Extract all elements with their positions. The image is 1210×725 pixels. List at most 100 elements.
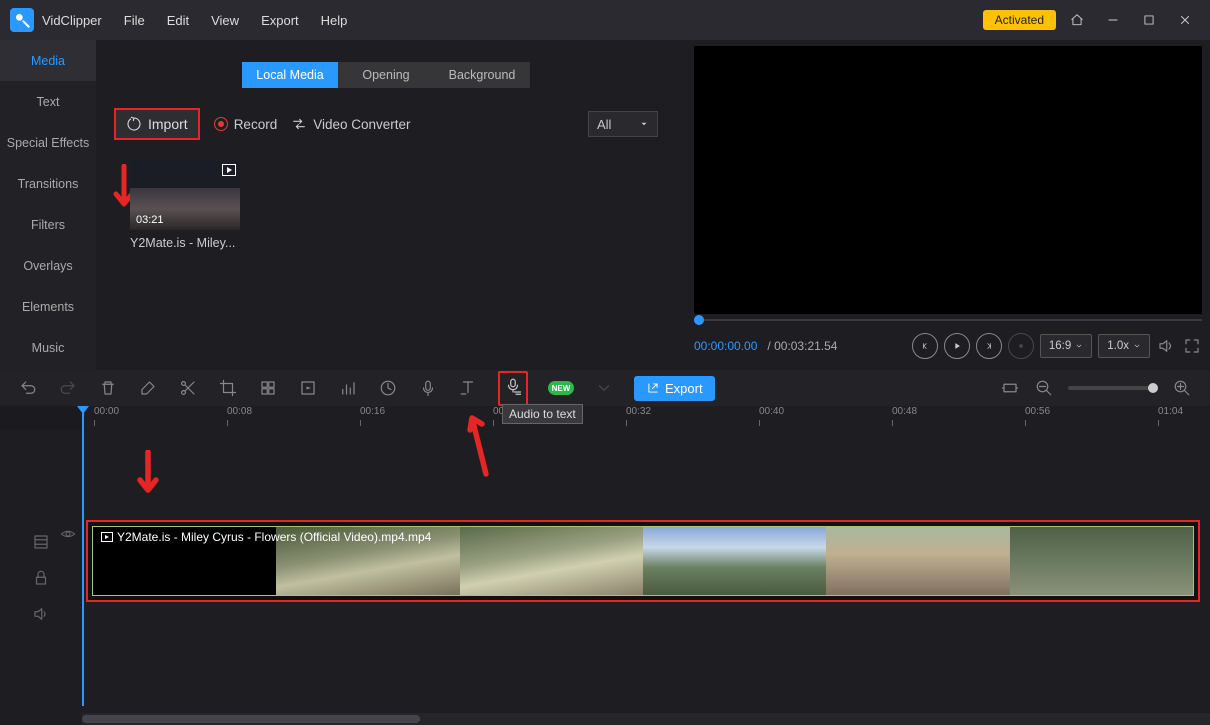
timeline-toolbar: NEW Export Audio to text xyxy=(0,370,1210,406)
mic-icon[interactable] xyxy=(418,378,438,398)
preview-controls: 00:00:00.00 / 00:03:21.54 16:9 1.0x xyxy=(694,326,1202,366)
annotation-arrow-3-icon xyxy=(466,410,490,485)
volume-icon[interactable] xyxy=(1156,336,1176,356)
timeline-ruler[interactable]: 00:00 00:08 00:16 00:24 00:32 00:40 00:4… xyxy=(82,406,1210,430)
import-icon xyxy=(126,116,142,132)
home-icon[interactable] xyxy=(1062,5,1092,35)
sidebar-item-filters[interactable]: Filters xyxy=(0,204,96,245)
prev-frame-button[interactable] xyxy=(912,333,938,359)
close-icon[interactable] xyxy=(1170,5,1200,35)
zoom-out-icon[interactable] xyxy=(1034,378,1054,398)
delete-icon[interactable] xyxy=(98,378,118,398)
menu-file[interactable]: File xyxy=(114,9,155,32)
stop-button[interactable] xyxy=(1008,333,1034,359)
import-label: Import xyxy=(148,116,188,132)
menu-help[interactable]: Help xyxy=(311,9,358,32)
chevron-down-icon[interactable] xyxy=(594,378,614,398)
levels-icon[interactable] xyxy=(338,378,358,398)
export-label: Export xyxy=(665,381,703,396)
clip-frame xyxy=(1010,527,1193,595)
export-button[interactable]: Export xyxy=(634,376,715,401)
timeline-clip[interactable]: Y2Mate.is - Miley Cyrus - Flowers (Offic… xyxy=(86,520,1200,602)
timeline: Y2Mate.is - Miley Cyrus - Flowers (Offic… xyxy=(0,430,1210,725)
ruler-tick: 00:56 xyxy=(1025,406,1050,417)
chevron-down-icon xyxy=(1075,342,1083,350)
speed-select[interactable]: 1.0x xyxy=(1098,334,1150,358)
progress-bar[interactable] xyxy=(694,314,1202,326)
video-converter-button[interactable]: Video Converter xyxy=(291,116,410,132)
preview-panel: 00:00:00.00 / 00:03:21.54 16:9 1.0x xyxy=(676,40,1210,370)
sidebar-item-transitions[interactable]: Transitions xyxy=(0,163,96,204)
annotation-arrow-2-icon xyxy=(136,450,160,505)
video-preview[interactable] xyxy=(694,46,1202,314)
eye-icon[interactable] xyxy=(60,526,76,542)
zoom-in-icon[interactable] xyxy=(1172,378,1192,398)
scrollbar-thumb[interactable] xyxy=(82,715,420,723)
clip-name: Y2Mate.is - Miley... xyxy=(130,236,240,250)
redo-icon[interactable] xyxy=(58,378,78,398)
crop-icon[interactable] xyxy=(218,378,238,398)
split-icon[interactable] xyxy=(178,378,198,398)
converter-icon xyxy=(291,116,307,132)
zoom-slider-handle[interactable] xyxy=(1148,383,1158,393)
undo-icon[interactable] xyxy=(18,378,38,398)
progress-handle-icon[interactable] xyxy=(694,315,704,325)
menu-view[interactable]: View xyxy=(201,9,249,32)
import-button[interactable]: Import xyxy=(114,108,200,140)
media-clip-thumbnail[interactable]: 03:21 Y2Mate.is - Miley... xyxy=(130,160,240,250)
aspect-ratio-select[interactable]: 16:9 xyxy=(1040,334,1092,358)
horizontal-scrollbar[interactable] xyxy=(82,713,1210,725)
new-badge: NEW xyxy=(548,381,574,395)
freeze-frame-icon[interactable] xyxy=(298,378,318,398)
ruler-tick: 01:04 xyxy=(1158,406,1183,417)
speed-icon[interactable] xyxy=(378,378,398,398)
menu-export[interactable]: Export xyxy=(251,9,309,32)
lock-icon[interactable] xyxy=(32,569,50,587)
ruler-tick: 00:00 xyxy=(94,406,119,417)
tab-opening[interactable]: Opening xyxy=(338,62,434,88)
edit-icon[interactable] xyxy=(138,378,158,398)
film-icon[interactable] xyxy=(32,533,50,551)
record-icon xyxy=(214,117,228,131)
audio-to-text-button[interactable] xyxy=(498,371,528,406)
sidebar-item-media[interactable]: Media xyxy=(0,40,96,81)
speaker-icon[interactable] xyxy=(32,605,50,623)
tab-local-media[interactable]: Local Media xyxy=(242,62,338,88)
filter-select[interactable]: All xyxy=(588,111,658,137)
playhead[interactable] xyxy=(82,406,84,706)
app-name: VidClipper xyxy=(42,13,102,28)
total-time: 00:03:21.54 xyxy=(774,339,837,353)
text-to-speech-icon[interactable] xyxy=(458,378,478,398)
sidebar-item-elements[interactable]: Elements xyxy=(0,286,96,327)
activated-badge: Activated xyxy=(983,10,1056,30)
play-button[interactable] xyxy=(944,333,970,359)
sidebar-item-special-effects[interactable]: Special Effects xyxy=(0,122,96,163)
next-frame-button[interactable] xyxy=(976,333,1002,359)
zoom-slider[interactable] xyxy=(1068,386,1158,390)
titlebar: VidClipper File Edit View Export Help Ac… xyxy=(0,0,1210,40)
sidebar-item-text[interactable]: Text xyxy=(0,81,96,122)
maximize-icon[interactable] xyxy=(1134,5,1164,35)
fullscreen-icon[interactable] xyxy=(1182,336,1202,356)
tracks-area[interactable]: Y2Mate.is - Miley Cyrus - Flowers (Offic… xyxy=(82,430,1210,725)
minimize-icon[interactable] xyxy=(1098,5,1128,35)
video-badge-icon xyxy=(101,532,113,542)
menu-edit[interactable]: Edit xyxy=(157,9,199,32)
media-tabs: Local Media Opening Background xyxy=(108,62,664,88)
video-marker-icon xyxy=(222,164,236,176)
clip-frame xyxy=(643,527,826,595)
chevron-down-icon xyxy=(1133,342,1141,350)
tab-background[interactable]: Background xyxy=(434,62,530,88)
sidebar-item-overlays[interactable]: Overlays xyxy=(0,245,96,286)
mosaic-icon[interactable] xyxy=(258,378,278,398)
fit-zoom-icon[interactable] xyxy=(1000,378,1020,398)
sidebar: Media Text Special Effects Transitions F… xyxy=(0,40,96,370)
main-menu: File Edit View Export Help xyxy=(114,9,358,32)
record-label: Record xyxy=(234,117,278,132)
chevron-down-icon xyxy=(639,119,649,129)
record-button[interactable]: Record xyxy=(214,117,278,132)
converter-label: Video Converter xyxy=(313,117,410,132)
audio-to-text-icon xyxy=(504,377,522,395)
sidebar-item-music[interactable]: Music xyxy=(0,327,96,368)
thumbnail-image: 03:21 xyxy=(130,160,240,230)
